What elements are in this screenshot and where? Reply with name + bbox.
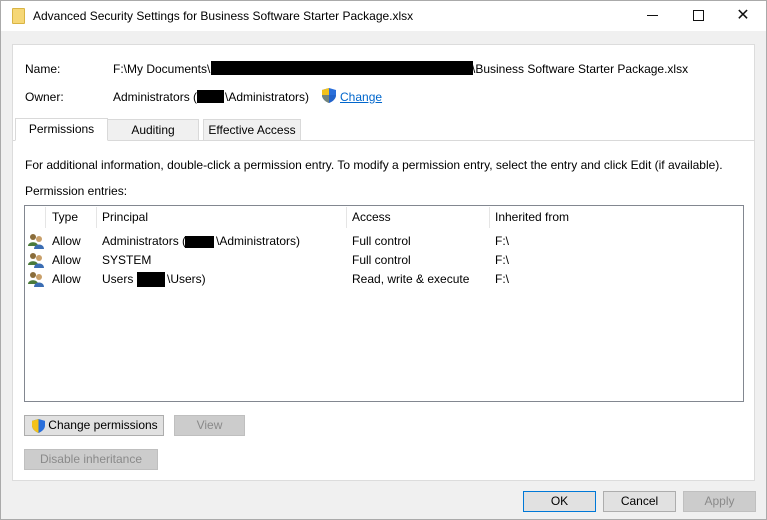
cell-principal-prefix: Administrators ( (102, 234, 187, 248)
cancel-button[interactable]: Cancel (603, 491, 676, 512)
apply-button[interactable]: Apply (683, 491, 756, 512)
column-header-principal[interactable]: Principal (102, 210, 148, 224)
column-separator[interactable] (346, 207, 347, 228)
change-permissions-button[interactable]: Change permissions (24, 415, 164, 436)
cell-principal-suffix: \Users) (167, 272, 206, 286)
users-group-icon (28, 234, 44, 249)
close-button[interactable]: ✕ (720, 1, 766, 31)
advanced-security-window: Advanced Security Settings for Business … (0, 0, 767, 520)
cell-principal-suffix: \Administrators) (216, 234, 301, 248)
redaction-bar (197, 90, 224, 103)
name-value-suffix: \Business Software Starter Package.xlsx (472, 62, 689, 76)
cell-access: Full control (352, 234, 411, 248)
permission-entries-list[interactable]: Type Principal Access Inherited from All… (24, 205, 744, 402)
cell-access: Full control (352, 253, 411, 267)
title-bar[interactable]: Advanced Security Settings for Business … (1, 1, 766, 31)
owner-value-suffix: \Administrators) (225, 90, 310, 104)
cell-principal: SYSTEM (102, 253, 152, 267)
close-icon: ✕ (736, 7, 750, 24)
column-header-access[interactable]: Access (352, 210, 391, 224)
maximize-button[interactable] (675, 1, 721, 31)
redaction-bar (137, 272, 165, 287)
change-permissions-label: Change permissions (48, 418, 158, 432)
users-group-icon (28, 272, 44, 287)
column-header-inherited-from[interactable]: Inherited from (495, 210, 569, 224)
change-owner-link[interactable]: Change (340, 90, 382, 104)
view-button[interactable]: View (174, 415, 245, 436)
tab-permissions[interactable]: Permissions (15, 118, 108, 141)
cell-inherited-from: F:\ (495, 234, 509, 248)
tab-effective-access[interactable]: Effective Access (203, 119, 301, 141)
disable-inheritance-button[interactable]: Disable inheritance (24, 449, 158, 470)
table-row[interactable]: Allow Users ( \Users) Read, write & exec… (25, 270, 743, 289)
name-value-prefix: F:\My Documents\ (113, 62, 211, 76)
cell-type: Allow (52, 253, 81, 267)
cell-type: Allow (52, 272, 81, 286)
uac-shield-icon (322, 88, 336, 103)
column-separator[interactable] (96, 207, 97, 228)
column-separator[interactable] (45, 207, 46, 228)
name-label: Name: (25, 62, 61, 76)
permission-entries-label: Permission entries: (25, 184, 128, 198)
users-group-icon (28, 253, 44, 268)
maximize-icon (692, 10, 704, 22)
folder-icon (12, 8, 25, 24)
ok-button[interactable]: OK (523, 491, 596, 512)
cell-type: Allow (52, 234, 81, 248)
cell-principal-prefix: Users ( (102, 272, 141, 286)
redaction-bar (211, 61, 473, 75)
column-header-type[interactable]: Type (52, 210, 78, 224)
tab-auditing[interactable]: Auditing (107, 119, 199, 141)
minimize-icon (646, 15, 658, 17)
owner-value-prefix: Administrators ( (113, 90, 198, 104)
uac-shield-icon (32, 419, 45, 433)
cell-access: Read, write & execute (352, 272, 470, 286)
column-separator[interactable] (489, 207, 490, 228)
window-title: Advanced Security Settings for Business … (33, 9, 414, 23)
cell-inherited-from: F:\ (495, 272, 509, 286)
cell-inherited-from: F:\ (495, 253, 509, 267)
info-text: For additional information, double-click… (25, 158, 723, 172)
table-row[interactable]: Allow SYSTEM Full control F:\ (25, 251, 743, 270)
redaction-bar (185, 236, 214, 248)
table-row[interactable]: Allow Administrators ( \Administrators) … (25, 232, 743, 251)
owner-label: Owner: (25, 90, 64, 104)
minimize-button[interactable] (629, 1, 675, 31)
